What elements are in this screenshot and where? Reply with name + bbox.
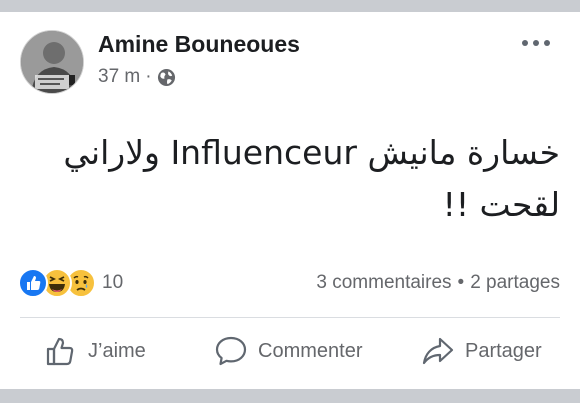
comments-count-link[interactable]: 3 commentaires: [316, 272, 451, 294]
stats-separator: •: [457, 272, 465, 293]
thumbs-up-icon: [46, 337, 74, 366]
globe-icon[interactable]: [157, 68, 176, 87]
avatar-image: [21, 31, 83, 93]
meta-separator: ·: [145, 66, 152, 87]
share-icon: [422, 337, 454, 365]
shares-count-link[interactable]: 2 partages: [470, 272, 560, 294]
divider: [20, 317, 560, 318]
share-label: Partager: [465, 339, 542, 362]
engagement-stats: 3 commentaires • 2 partages: [316, 272, 560, 294]
post-text-line-1: خسارة مانيش Influenceur ولاراني: [63, 133, 560, 172]
post-meta: 37 m ·: [98, 66, 176, 88]
like-button[interactable]: J’aime: [44, 334, 146, 368]
post-text: خسارة مانيش Influenceur ولاراني لقحت !!: [40, 127, 560, 231]
share-button[interactable]: Partager: [421, 334, 542, 368]
comment-label: Commenter: [258, 339, 363, 362]
author-avatar[interactable]: [20, 30, 84, 94]
reaction-count: 10: [102, 272, 124, 293]
post-actions: J’aime Commenter Partager: [0, 334, 580, 374]
like-reaction-icon: [18, 268, 48, 298]
author-name[interactable]: Amine Bouneoues: [98, 31, 300, 58]
reactions-summary[interactable]: 10: [18, 268, 123, 298]
post-text-line-2: لقحت !!: [442, 185, 560, 224]
post-time[interactable]: 37 m: [98, 66, 140, 88]
like-label: J’aime: [88, 339, 146, 362]
reaction-icons: [18, 268, 100, 298]
comment-icon: [215, 336, 247, 366]
more-options-icon[interactable]: [522, 35, 550, 51]
comment-button[interactable]: Commenter: [214, 334, 362, 368]
post-card: Amine Bouneoues 37 m · خسارة مانيش Influ…: [0, 12, 580, 389]
